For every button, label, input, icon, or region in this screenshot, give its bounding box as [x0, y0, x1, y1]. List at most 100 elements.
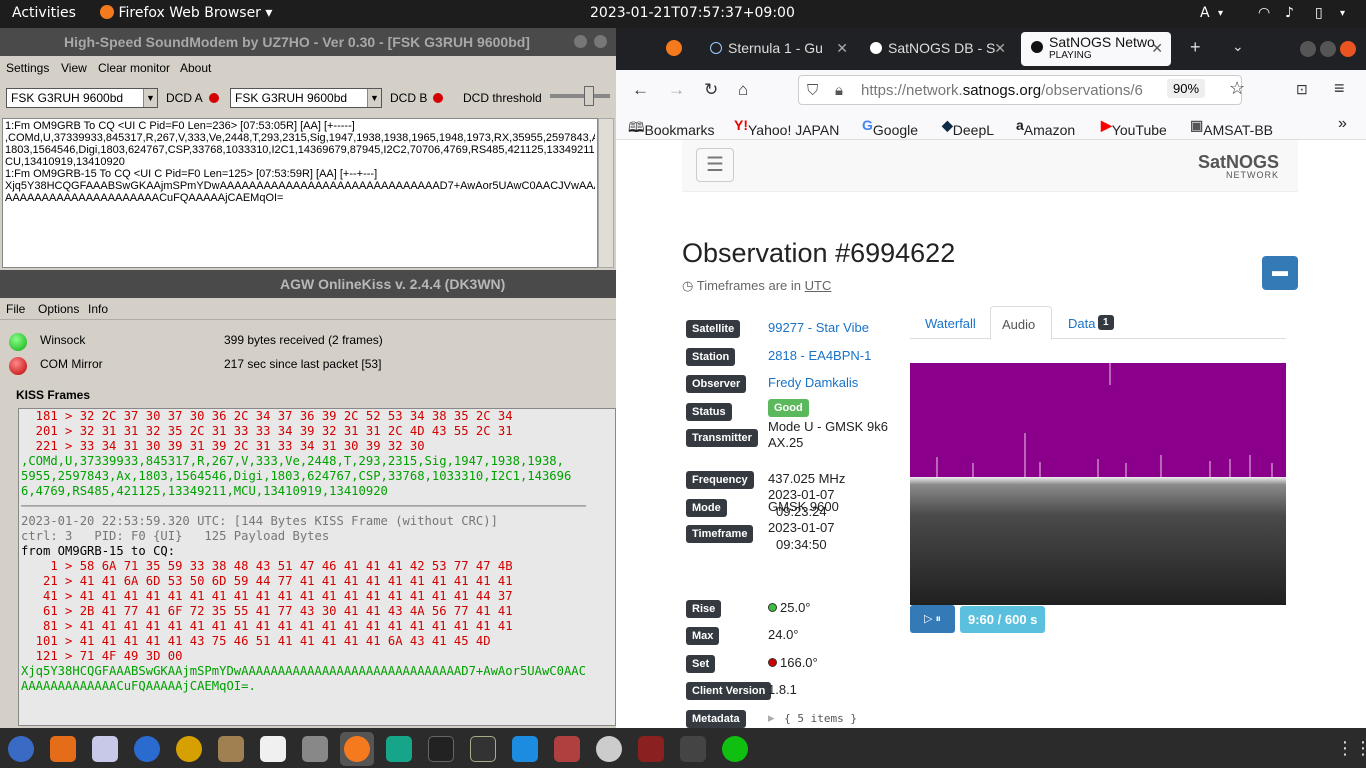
home-icon[interactable]: ⌂	[738, 80, 748, 100]
close-window-button[interactable]	[1340, 41, 1356, 57]
bookmark-yahoo[interactable]: Y! Yahoo! JAPAN	[734, 117, 839, 138]
menu-info[interactable]: Info	[88, 302, 108, 316]
activities-button[interactable]: Activities	[12, 5, 76, 21]
kiss-frames-text[interactable]: 181 > 32 2C 37 30 37 30 36 2C 34 37 36 3…	[18, 408, 616, 726]
timeframes-unit[interactable]: UTC	[805, 278, 832, 293]
globe-icon[interactable]	[596, 736, 622, 762]
firefox-view-icon[interactable]	[666, 40, 682, 56]
forward-icon[interactable]: →	[668, 80, 685, 100]
tab-list-button[interactable]: ⌄	[1232, 38, 1244, 55]
wine-icon[interactable]	[638, 736, 664, 762]
bookmarks-menu[interactable]: 🕮︎ Bookmarks	[628, 117, 715, 141]
software-center-icon[interactable]	[50, 736, 76, 762]
audio-spectrogram[interactable]	[910, 363, 1286, 605]
tab-sternula[interactable]: Sternula 1 - Gu ✕	[706, 33, 856, 65]
text-editor-icon[interactable]	[260, 736, 286, 762]
slider-handle[interactable]	[584, 86, 594, 106]
field-value[interactable]: Fredy Damkalis	[768, 375, 858, 390]
agw-titlebar[interactable]: AGW OnlineKiss v. 2.4.4 (DK3WN)	[0, 270, 616, 298]
gpredict-icon[interactable]	[512, 736, 538, 762]
com-status: 217 sec since last packet [53]	[224, 357, 382, 371]
document-viewer-icon[interactable]	[92, 736, 118, 762]
hamburger-menu-icon[interactable]: ≡	[1334, 78, 1345, 99]
zoom-level[interactable]: 90%	[1167, 79, 1206, 98]
tools-icon[interactable]	[218, 736, 244, 762]
address-bar[interactable]: ⛉ 🔒︎ https://network.satnogs.org/observa…	[798, 75, 1242, 105]
menu-about[interactable]: About	[180, 61, 211, 75]
mail-icon[interactable]	[134, 736, 160, 762]
shield-icon[interactable]: ⛉	[807, 82, 818, 99]
menu-settings[interactable]: Settings	[6, 61, 49, 75]
status-badge: Good	[768, 399, 809, 417]
tab-waterfall[interactable]: Waterfall	[925, 316, 976, 331]
play-pause-button[interactable]: ▷ ⏸	[910, 605, 955, 633]
satnogs-logo[interactable]: SatNOGS NETWORK	[1198, 153, 1279, 180]
youtube-icon: ▶	[1101, 117, 1112, 133]
battery-icon[interactable]: ▯	[1315, 5, 1323, 21]
wifi-icon[interactable]: ◠	[1258, 5, 1270, 21]
maximize-button[interactable]	[1320, 41, 1336, 57]
system-monitor-icon[interactable]	[470, 736, 496, 762]
lock-icon[interactable]: 🔒︎	[835, 82, 843, 99]
bookmark-amazon[interactable]: a Amazon	[1016, 117, 1075, 138]
satellite-app-icon[interactable]	[386, 736, 412, 762]
show-apps-icon[interactable]: ⋮⋮	[1336, 738, 1366, 759]
tab-satnogs-network[interactable]: SatNOGS Netwo PLAYING ✕	[1021, 32, 1171, 66]
close-icon[interactable]: ✕	[1151, 40, 1163, 57]
app-menu[interactable]: Firefox Web Browser ▾	[100, 5, 272, 21]
monitor-line: ,COMd,U,37339933,845317,R,267,V,333,Ve,2…	[5, 132, 595, 144]
menu-view[interactable]: View	[61, 61, 87, 75]
headphones-icon[interactable]	[176, 736, 202, 762]
reload-icon[interactable]: ↻	[704, 80, 718, 100]
new-tab-button[interactable]: +	[1190, 37, 1201, 58]
menu-options[interactable]: Options	[38, 302, 79, 316]
clock[interactable]: 2023-01-21T07:57:37+09:00	[590, 5, 795, 21]
wrench-icon[interactable]	[554, 736, 580, 762]
files-icon[interactable]	[302, 736, 328, 762]
field-value-text[interactable]: 99277 - Star Vibe	[768, 320, 869, 335]
menu-clear-monitor[interactable]: Clear monitor	[98, 61, 170, 75]
field-value[interactable]: 99277 - Star Vibe	[768, 320, 869, 335]
field-value-text[interactable]: Fredy Damkalis	[768, 375, 858, 390]
minimize-button[interactable]	[574, 35, 587, 48]
terminal-icon[interactable]	[428, 736, 454, 762]
dcd-a-label: DCD A	[166, 91, 203, 105]
help-icon[interactable]	[8, 736, 34, 762]
pocket-icon[interactable]: ⊡	[1296, 81, 1308, 98]
kiss-line: from OM9GRB-15 to CQ:	[21, 544, 176, 558]
expand-icon[interactable]: ▸	[768, 710, 778, 725]
close-icon[interactable]: ✕	[836, 40, 848, 57]
close-button[interactable]	[594, 35, 607, 48]
field-value-text: { 5 items }	[784, 712, 857, 725]
tab-audio[interactable]: Audio	[990, 306, 1052, 340]
monitor-scrollbar[interactable]	[598, 118, 614, 268]
bookmark-deepl[interactable]: ◆ DeepL	[942, 117, 994, 138]
field-value[interactable]: 2818 - EA4BPN-1	[768, 348, 871, 363]
system-menu-icon[interactable]: ▾	[1340, 8, 1345, 19]
close-icon[interactable]: ✕	[994, 40, 1006, 57]
soundmodem-icon[interactable]	[722, 736, 748, 762]
soundmodem-titlebar[interactable]: High-Speed SoundModem by UZ7HO - Ver 0.3…	[0, 28, 616, 56]
minimize-button[interactable]	[1300, 41, 1316, 57]
navbar-toggle-icon[interactable]: ☰	[696, 148, 734, 182]
more-bookmarks-icon[interactable]: »	[1338, 115, 1347, 133]
bookmark-youtube[interactable]: ▶ YouTube	[1101, 117, 1167, 138]
tab-data[interactable]: Data	[1068, 316, 1095, 331]
comment-button[interactable]: ▬	[1262, 256, 1298, 290]
modem-a-select[interactable]: FSK G3RUH 9600bd ▼	[6, 88, 158, 108]
back-icon[interactable]: ←	[632, 80, 649, 100]
tab-satnogs-db[interactable]: SatNOGS DB - S ✕	[864, 33, 1014, 65]
monitor-text[interactable]: 1:Fm OM9GRB To CQ <UI C Pid=F0 Len=236> …	[2, 118, 598, 268]
firefox-dock-icon[interactable]	[344, 736, 370, 762]
bookmark-google[interactable]: G Google	[862, 117, 918, 138]
volume-icon[interactable]: ♪	[1285, 5, 1294, 21]
menu-file[interactable]: File	[6, 302, 25, 316]
field-value-text[interactable]: 2818 - EA4BPN-1	[768, 348, 871, 363]
field-label: Max	[686, 627, 720, 645]
input-method[interactable]: A	[1200, 5, 1210, 21]
radio-icon[interactable]	[680, 736, 706, 762]
modem-b-select[interactable]: FSK G3RUH 9600bd ▼	[230, 88, 382, 108]
star-icon[interactable]: ☆	[1229, 78, 1245, 99]
bookmark-amsat[interactable]: ▣ AMSAT-BB	[1190, 117, 1273, 138]
dcd-threshold-slider[interactable]	[550, 94, 610, 98]
